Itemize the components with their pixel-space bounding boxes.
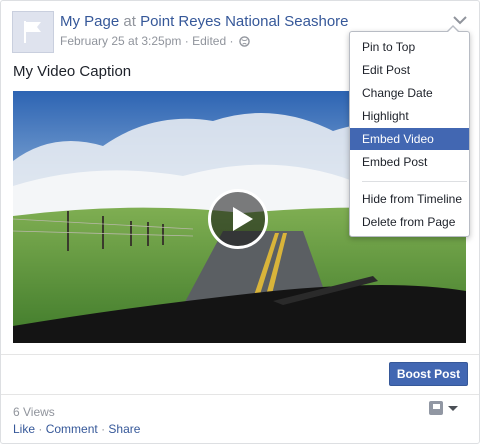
- menu-item-highlight[interactable]: Highlight: [350, 105, 469, 127]
- divider: [1, 354, 479, 355]
- like-link[interactable]: Like: [13, 422, 35, 436]
- post-actions: Like · Comment · Share: [13, 422, 140, 436]
- menu-item-pin-to-top[interactable]: Pin to Top: [350, 36, 469, 58]
- chevron-down-icon[interactable]: [453, 15, 467, 25]
- comment-link[interactable]: Comment: [46, 422, 98, 436]
- view-count[interactable]: 6 Views: [13, 405, 55, 419]
- post-caption: My Video Caption: [13, 63, 132, 80]
- play-icon[interactable]: [208, 189, 268, 249]
- divider: [1, 394, 479, 395]
- flag-icon: [24, 21, 41, 43]
- post-meta: February 25 at 3:25pm · Edited ·: [60, 34, 250, 48]
- menu-item-change-date[interactable]: Change Date: [350, 82, 469, 104]
- boost-post-button[interactable]: Boost Post: [389, 362, 468, 386]
- action-separator: ·: [38, 422, 43, 436]
- menu-item-embed-video[interactable]: Embed Video: [350, 128, 469, 150]
- menu-item-embed-post[interactable]: Embed Post: [350, 151, 469, 173]
- place-link[interactable]: Point Reyes National Seashore: [140, 13, 348, 30]
- globe-icon[interactable]: [239, 36, 250, 47]
- page-avatar[interactable]: [12, 11, 54, 53]
- meta-separator: ·: [184, 34, 189, 48]
- action-separator-2: ·: [101, 422, 106, 436]
- caret-down-icon[interactable]: [448, 406, 458, 411]
- share-link[interactable]: Share: [108, 422, 140, 436]
- page-name-link[interactable]: My Page: [60, 13, 119, 30]
- page-flag-icon[interactable]: [429, 401, 443, 415]
- menu-item-edit-post[interactable]: Edit Post: [350, 59, 469, 81]
- at-text: at: [123, 13, 136, 30]
- post-date[interactable]: February 25 at 3:25pm: [60, 34, 181, 48]
- menu-divider: [362, 181, 467, 182]
- edited-label[interactable]: Edited: [192, 34, 226, 48]
- post-card: My Page at Point Reyes National Seashore…: [0, 0, 480, 444]
- menu-item-hide-from-timeline[interactable]: Hide from Timeline: [350, 188, 469, 210]
- post-title: My Page at Point Reyes National Seashore: [60, 13, 349, 30]
- post-options-menu: Pin to Top Edit Post Change Date Highlig…: [349, 25, 470, 237]
- meta-separator-2: ·: [229, 34, 234, 48]
- menu-item-delete-from-page[interactable]: Delete from Page: [350, 211, 469, 233]
